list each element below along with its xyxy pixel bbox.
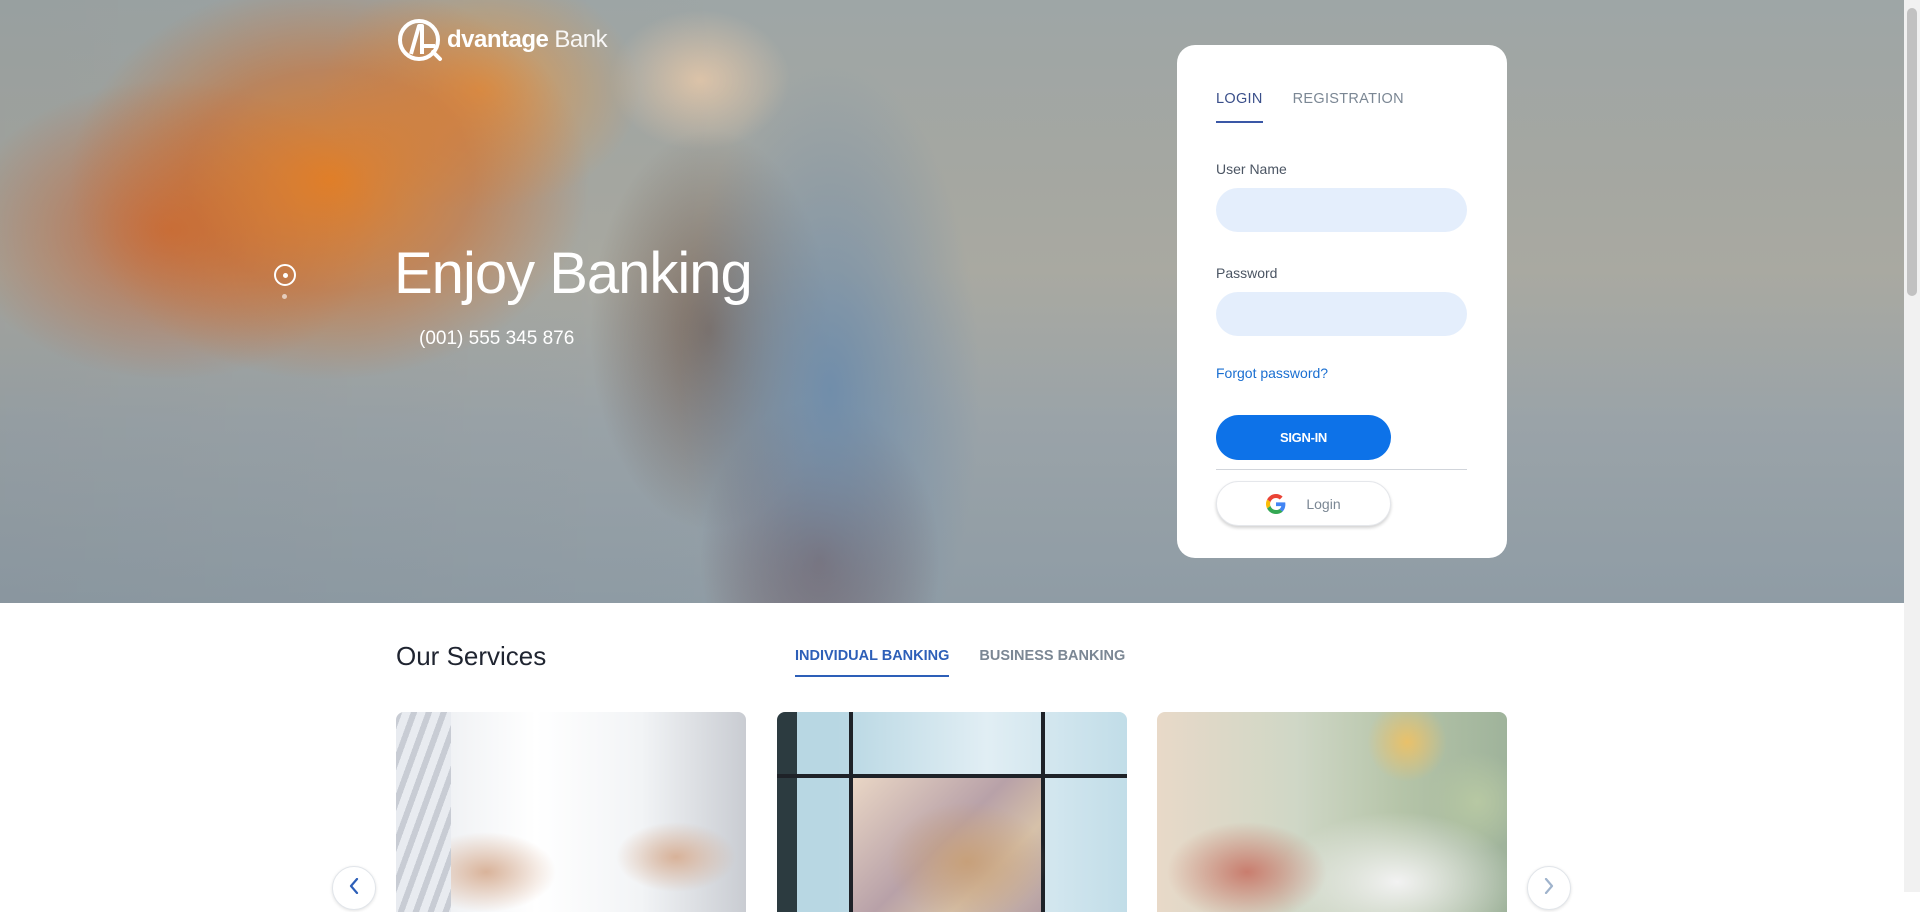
- scrollbar-thumb[interactable]: [1907, 8, 1917, 296]
- logo-sub-text: Bank: [554, 26, 608, 53]
- google-icon: [1266, 493, 1286, 514]
- tab-business-banking[interactable]: BUSINESS BANKING: [979, 648, 1125, 677]
- service-card-business-meeting[interactable]: [396, 712, 746, 912]
- service-card-laptop[interactable]: [777, 712, 1127, 912]
- carousel-next-button[interactable]: [1527, 866, 1571, 910]
- slider-dots: [274, 264, 296, 299]
- password-input[interactable]: [1216, 292, 1467, 336]
- slider-dot-active[interactable]: [274, 264, 296, 286]
- forgot-password-link[interactable]: Forgot password?: [1216, 365, 1328, 381]
- signin-button[interactable]: SIGN-IN: [1216, 415, 1391, 460]
- login-tabs: LOGIN REGISTRATION: [1216, 91, 1404, 123]
- username-input[interactable]: [1216, 188, 1467, 232]
- services-title: Our Services: [396, 641, 547, 671]
- login-card: LOGIN REGISTRATION User Name Password Fo…: [1177, 45, 1507, 558]
- google-login-label: Login: [1306, 495, 1341, 512]
- carousel-prev-button[interactable]: [332, 866, 376, 910]
- tab-registration[interactable]: REGISTRATION: [1293, 91, 1404, 123]
- tab-login[interactable]: LOGIN: [1216, 91, 1263, 123]
- password-label: Password: [1216, 265, 1278, 281]
- page-scrollbar[interactable]: [1904, 0, 1920, 892]
- slider-dot[interactable]: [282, 294, 287, 299]
- hero-phone: (001) 555 345 876: [419, 328, 575, 349]
- bank-logo[interactable]: dvantage Bank: [397, 16, 608, 64]
- divider: [1216, 469, 1467, 470]
- tab-individual-banking[interactable]: INDIVIDUAL BANKING: [795, 648, 950, 677]
- hero-banner: dvantage Bank Enjoy Banking (001) 555 345…: [0, 0, 1904, 603]
- hero-title: Enjoy Banking: [394, 241, 753, 306]
- service-card-documents[interactable]: [1157, 712, 1507, 912]
- username-label: User Name: [1216, 161, 1287, 177]
- logo-main-text: dvantage: [447, 26, 549, 53]
- services-tabs: INDIVIDUAL BANKING BUSINESS BANKING: [795, 648, 1125, 677]
- logo-mark-icon: [398, 19, 442, 61]
- google-login-button[interactable]: Login: [1216, 481, 1391, 526]
